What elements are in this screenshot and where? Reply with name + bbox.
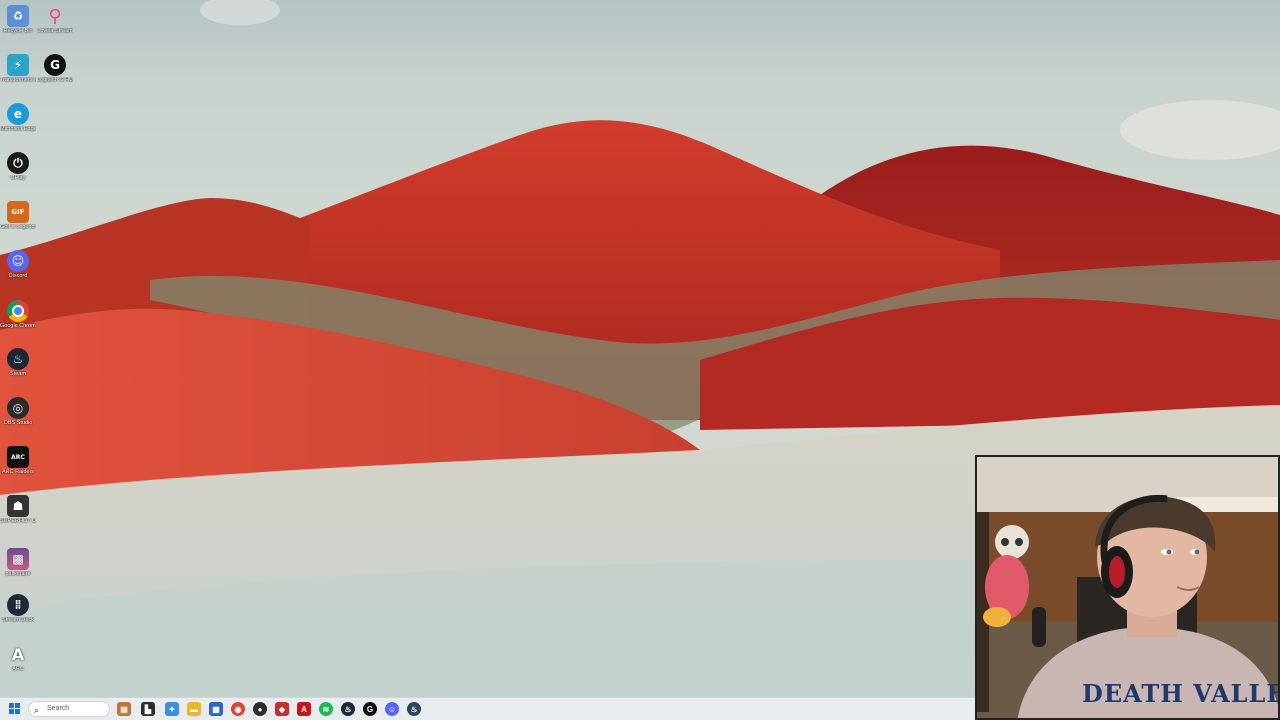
- discord-icon[interactable]: ☺: [385, 702, 399, 716]
- transformers-icon: ⚡: [7, 54, 29, 76]
- windows-logo-quad: [9, 709, 14, 714]
- game-art-icon: ▩: [7, 548, 29, 570]
- steam-icon: ♨: [7, 348, 29, 370]
- desktop-icon-lovela-stream[interactable]: ⚲ Lovela Stream: [37, 5, 73, 35]
- mask-icon: ☗: [7, 495, 29, 517]
- desktop-icon-recycle-bin[interactable]: ♻ Recycle Bin: [0, 5, 36, 34]
- windows-logo-quad: [15, 709, 20, 714]
- taskbar: ⌕ Search ▤ ▙ ✦ ▬ ▦ ◉ ● ◆ A ≋ ♨ G ☺ ♨: [0, 697, 975, 720]
- game-icon[interactable]: ◆: [275, 702, 289, 716]
- desktop-icon-uplay[interactable]: ⏻ UPlay: [0, 152, 36, 181]
- desktop-icon-label: Golf It Legend Support: [0, 224, 36, 230]
- desktop-icon-steam[interactable]: ♨ Steam: [0, 348, 36, 377]
- desktop-icon-arc-raiders[interactable]: ARC ARC Raiders: [0, 446, 36, 475]
- font-a-icon: A: [11, 644, 25, 664]
- desktop-icon-label: Discord: [8, 273, 28, 279]
- obs-icon: ◎: [7, 397, 29, 419]
- desktop-icon-label: ARC: [12, 666, 24, 672]
- desktop-icon-label: Microsoft Edge: [0, 126, 36, 132]
- windows-logo-quad: [15, 703, 20, 708]
- start-button[interactable]: [9, 703, 21, 715]
- webcam-shirt-text: DEATH VALLE: [1082, 679, 1280, 708]
- steam-alt-icon[interactable]: ♨: [407, 702, 421, 716]
- chrome-icon[interactable]: ◉: [231, 702, 245, 716]
- desktop-icon-label: Recycle Bin: [3, 28, 33, 34]
- spotify-icon[interactable]: ≋: [319, 702, 333, 716]
- chrome-icon: [7, 300, 29, 322]
- file-explorer-icon[interactable]: ▬: [187, 702, 201, 716]
- desktop-icon-label: UPlay: [10, 175, 26, 181]
- desktop-icon-transformers[interactable]: ⚡ Transformers Mod Manager: [0, 54, 36, 83]
- widgets-icon[interactable]: ▤: [117, 702, 131, 716]
- desktop-icon-label: Stream Deck: [2, 617, 34, 623]
- desktop-icon-grid: ♻ Recycle Bin ⚲ Lovela Stream ⚡ Transfor…: [0, 0, 80, 697]
- desktop-icon-superhot[interactable]: ☗ SUPERHOT Unleashed: [0, 495, 36, 524]
- recycle-bin-icon: ♻: [7, 5, 29, 27]
- desktop-icon-label: Lovela Stream: [37, 28, 73, 34]
- logitech-g-icon[interactable]: G: [363, 702, 377, 716]
- desktop-icon-label: Google Chrome: [0, 323, 36, 329]
- webcam-overlay: DEATH VALLE: [975, 455, 1280, 720]
- desktop-icon-stream-deck[interactable]: ⣿ Stream Deck: [0, 594, 36, 623]
- windows-logo-quad: [9, 703, 14, 708]
- desktop-icon-label: SUPERHOT Unleashed: [0, 518, 36, 524]
- steam-icon[interactable]: ♨: [341, 702, 355, 716]
- copilot-icon[interactable]: ✦: [165, 702, 179, 716]
- desktop-icon-ballionaire[interactable]: ▩ ballionaire: [0, 548, 36, 577]
- edge-icon: e: [7, 103, 29, 125]
- desktop-icon-label: ballionaire: [5, 571, 31, 577]
- desktop-icon-label: ARC Raiders: [1, 469, 35, 475]
- power-icon: ⏻: [7, 152, 29, 174]
- task-view-icon[interactable]: ▙: [141, 702, 155, 716]
- stream-deck-icon: ⣿: [7, 594, 29, 616]
- desktop-icon-label: Steam: [10, 371, 26, 377]
- logitech-g-icon: G: [44, 54, 66, 76]
- obs-icon[interactable]: ●: [253, 702, 267, 716]
- arc-raiders-icon: ARC: [7, 446, 29, 468]
- taskbar-search-box[interactable]: ⌕ Search: [28, 701, 110, 717]
- desktop-icon-golf[interactable]: GIF Golf It Legend Support: [0, 201, 36, 230]
- game-logo-icon: GIF: [7, 201, 29, 223]
- desktop-icon-chrome[interactable]: Google Chrome: [0, 300, 36, 329]
- desktop-icon-logitech-ghub[interactable]: G Logitech G HUB: [37, 54, 73, 83]
- discord-icon: ☺: [7, 250, 29, 272]
- search-icon: ⌕: [34, 705, 40, 715]
- desktop-icon-arc[interactable]: A ARC: [0, 643, 36, 673]
- desktop-icon-edge[interactable]: e Microsoft Edge: [0, 103, 36, 132]
- desktop-icon-obs[interactable]: ◎ OBS Studio: [0, 397, 36, 426]
- adobe-icon[interactable]: A: [297, 702, 311, 716]
- desktop-icon-label: Logitech G HUB: [37, 77, 73, 83]
- desktop-icon-discord[interactable]: ☺ Discord: [0, 250, 36, 279]
- search-placeholder: Search: [47, 705, 70, 712]
- store-icon[interactable]: ▦: [209, 702, 223, 716]
- desktop-icon-label: OBS Studio: [3, 420, 33, 426]
- desktop-icon-label: Transformers Mod Manager: [0, 77, 36, 83]
- map-pin-icon: ⚲: [48, 5, 62, 27]
